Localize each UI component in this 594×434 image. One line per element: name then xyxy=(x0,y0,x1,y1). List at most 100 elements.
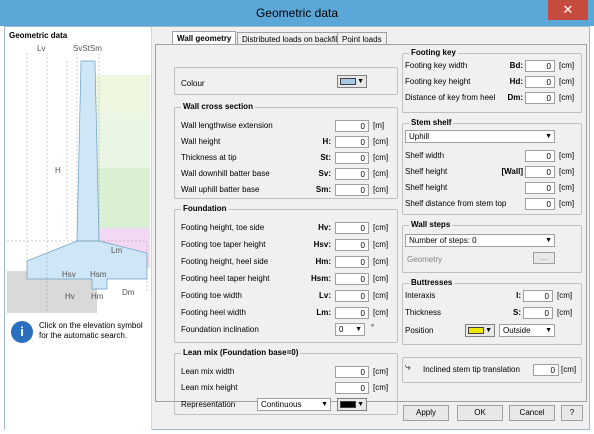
key-distance-unit: [cm] xyxy=(559,93,575,102)
buttress-thickness-symbol: S: xyxy=(513,308,521,317)
footing-height-toe-symbol: Hv: xyxy=(318,223,331,232)
stem-shelf-title: Stem shelf xyxy=(409,118,454,127)
steps-count-value: Number of steps: 0 xyxy=(409,236,477,245)
help-button[interactable]: ? xyxy=(561,405,583,421)
key-height-input[interactable]: 0 xyxy=(525,76,555,88)
elevation-drawing[interactable]: Lv SvStSm H Lm Hsv Hsm Dm Hv Hm Bd xyxy=(7,41,150,331)
close-button[interactable]: ✕ xyxy=(548,0,588,20)
info-text: Click on the elevation symbol for the au… xyxy=(39,321,143,340)
shelf-width-input[interactable]: 0 xyxy=(525,150,555,162)
label-svstsm[interactable]: SvStSm xyxy=(73,44,102,53)
lean-mix-width-unit: [cm] xyxy=(373,367,389,376)
thickness-tip-label: Thickness at tip xyxy=(181,153,237,162)
label-lm[interactable]: Lm xyxy=(111,246,122,255)
key-distance-label: Distance of key from heel xyxy=(405,93,496,102)
cancel-button[interactable]: Cancel xyxy=(509,405,555,421)
chevron-down-icon: ▼ xyxy=(545,237,552,244)
wall-steps-group: Wall steps Number of steps: 0 ▼ Geometry … xyxy=(402,220,582,273)
thickness-tip-unit: [cm] xyxy=(373,153,389,162)
buttresses-group: Buttresses Interaxis I: 0 [cm] Thickness… xyxy=(402,278,582,345)
buttress-thickness-input[interactable]: 0 xyxy=(523,307,553,319)
lean-mix-width-input[interactable]: 0 xyxy=(335,366,369,378)
foundation-inclination-value: 0 xyxy=(339,325,344,334)
inclined-stem-input[interactable]: 0 xyxy=(533,364,559,376)
key-height-unit: [cm] xyxy=(559,77,575,86)
wall-height-input[interactable]: 0 xyxy=(335,136,369,148)
footing-height-toe-label: Footing height, toe side xyxy=(181,223,265,232)
wall-steps-title: Wall steps xyxy=(409,220,453,229)
wall-height-label: Wall height xyxy=(181,137,221,146)
label-dm[interactable]: Dm xyxy=(122,288,135,297)
toe-taper-input[interactable]: 0 xyxy=(335,239,369,251)
interaxis-symbol: I: xyxy=(516,291,521,300)
buttress-thickness-label: Thickness xyxy=(405,308,442,317)
title-bar: Geometric data ✕ xyxy=(0,0,594,26)
heel-width-label: Footing heel width xyxy=(181,308,246,317)
uphill-batter-symbol: Sm: xyxy=(315,185,331,194)
label-hv[interactable]: Hv xyxy=(65,292,75,301)
wall-cross-section-group: Wall cross section Wall lengthwise exten… xyxy=(174,102,398,199)
shelf-side-value: Uphill xyxy=(409,132,430,141)
dialog-footer: Apply OK Cancel ? xyxy=(155,401,587,429)
key-height-label: Footing key height xyxy=(405,77,471,86)
toe-taper-symbol: Hsv: xyxy=(313,240,331,249)
key-width-label: Footing key width xyxy=(405,61,468,70)
heel-width-input[interactable]: 0 xyxy=(335,307,369,319)
info-panel: i Click on the elevation symbol for the … xyxy=(7,313,150,430)
position-label: Position xyxy=(405,326,434,335)
toe-taper-label: Footing toe taper height xyxy=(181,240,266,249)
key-width-input[interactable]: 0 xyxy=(525,60,555,72)
uphill-batter-unit: [cm] xyxy=(373,185,389,194)
footing-height-heel-input[interactable]: 0 xyxy=(335,256,369,268)
buttress-color-picker[interactable]: ▼ xyxy=(465,324,495,337)
heel-taper-symbol: Hsm: xyxy=(310,274,331,283)
steps-count-select[interactable]: Number of steps: 0 ▼ xyxy=(405,234,555,247)
lean-mix-height-input[interactable]: 0 xyxy=(335,382,369,394)
key-width-unit: [cm] xyxy=(559,61,575,70)
downhill-batter-input[interactable]: 0 xyxy=(335,168,369,180)
uphill-batter-input[interactable]: 0 xyxy=(335,184,369,196)
heel-width-symbol: Lm: xyxy=(316,308,331,317)
toe-taper-unit: [cm] xyxy=(373,240,389,249)
wall-length-input[interactable]: 0 xyxy=(335,120,369,132)
apply-button[interactable]: Apply xyxy=(403,405,449,421)
foundation-inclination-select[interactable]: 0 ▼ xyxy=(335,323,365,336)
position-select[interactable]: Outside ▼ xyxy=(499,324,555,337)
ok-button[interactable]: OK xyxy=(457,405,503,421)
uphill-batter-label: Wall uphill batter base xyxy=(181,185,260,194)
toe-width-input[interactable]: 0 xyxy=(335,290,369,302)
shelf-height-unit: [cm] xyxy=(559,183,575,192)
lean-mix-title: Lean mix (Foundation base=0) xyxy=(181,348,301,357)
chevron-down-icon: ▼ xyxy=(485,327,492,334)
shelf-height-wall-input[interactable]: 0 xyxy=(525,166,555,178)
dialog-body: Geometric data Lv SvStSm H Lm Hsv Hsm Dm… xyxy=(4,26,590,430)
chevron-down-icon: ▼ xyxy=(545,327,552,334)
interaxis-input[interactable]: 0 xyxy=(523,290,553,302)
shelf-side-select[interactable]: Uphill ▼ xyxy=(405,130,555,143)
geometry-button[interactable]: ... xyxy=(533,252,555,264)
wall-height-unit: [cm] xyxy=(373,137,389,146)
colour-picker[interactable]: ▼ xyxy=(337,75,367,88)
label-h[interactable]: H xyxy=(55,166,61,175)
wall-cross-section-title: Wall cross section xyxy=(181,102,255,111)
buttresses-title: Buttresses xyxy=(409,278,455,287)
foundation-title: Foundation xyxy=(181,204,229,213)
foundation-inclination-unit: ° xyxy=(371,323,375,332)
key-distance-input[interactable]: 0 xyxy=(525,92,555,104)
label-hsv[interactable]: Hsv xyxy=(62,270,76,279)
footing-height-toe-input[interactable]: 0 xyxy=(335,222,369,234)
label-hm[interactable]: Hm xyxy=(91,292,104,301)
label-hsm[interactable]: Hsm xyxy=(90,270,107,279)
toe-width-unit: [cm] xyxy=(373,291,389,300)
heel-taper-input[interactable]: 0 xyxy=(335,273,369,285)
lean-mix-height-label: Lean mix height xyxy=(181,383,238,392)
toe-width-symbol: Lv: xyxy=(319,291,331,300)
left-panel-label: Geometric data xyxy=(9,31,68,40)
shelf-distance-input[interactable]: 0 xyxy=(525,198,555,210)
thickness-tip-input[interactable]: 0 xyxy=(335,152,369,164)
window-title: Geometric data xyxy=(255,6,339,20)
shelf-width-label: Shelf width xyxy=(405,151,445,160)
footing-key-title: Footing key xyxy=(409,48,458,57)
chevron-down-icon: ▼ xyxy=(355,326,362,333)
shelf-height-input[interactable]: 0 xyxy=(525,182,555,194)
